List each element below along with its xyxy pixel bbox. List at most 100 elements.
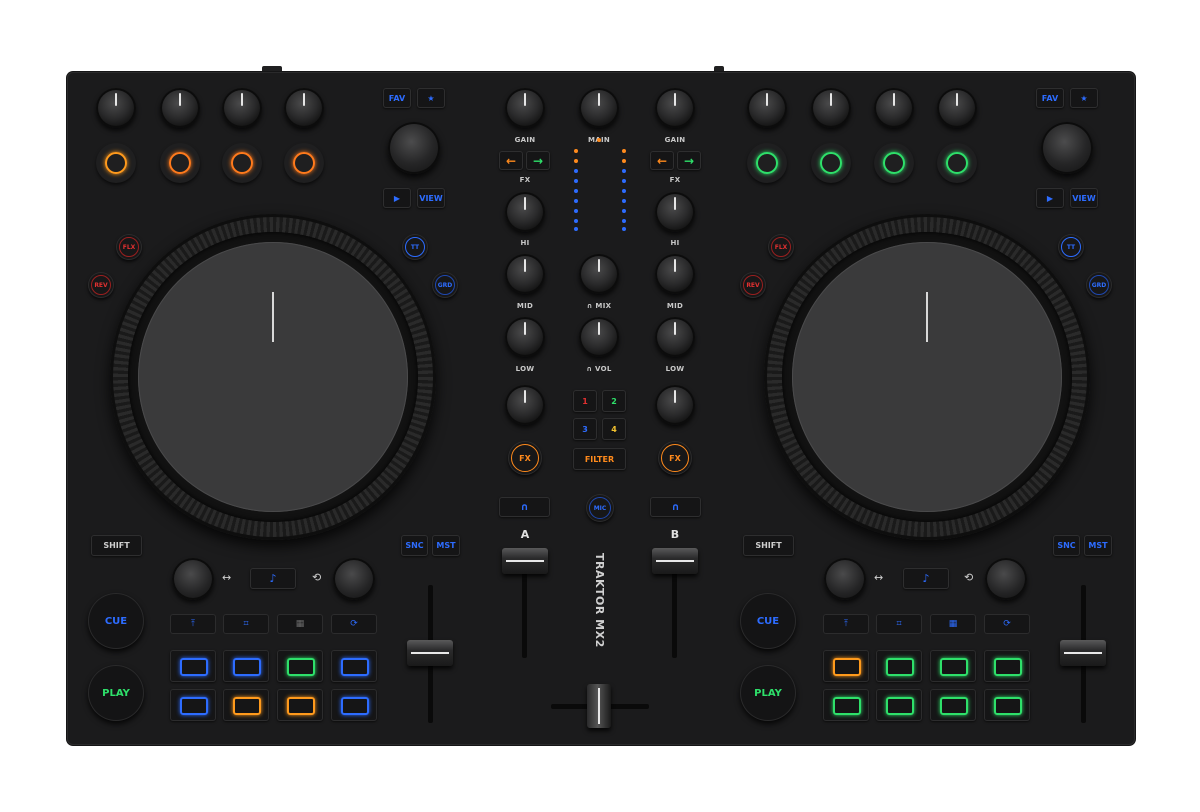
deck-a-pitch-fader[interactable] [407, 640, 453, 666]
low-knob-b[interactable] [655, 385, 695, 425]
deck-a-mode-hotcue[interactable]: ⤒ [170, 614, 216, 634]
deck-a-cue-button[interactable]: CUE [88, 593, 144, 649]
fx-assign-a-left[interactable]: ← [499, 151, 523, 170]
deck-a-fx-button-2[interactable] [160, 143, 200, 183]
headphone-cue-a-button[interactable]: ∩ [499, 497, 550, 517]
deck-b-grd-button[interactable]: GRD [1086, 272, 1112, 298]
deck-b-rev-button[interactable]: REV [740, 272, 766, 298]
deck-a-browse-encoder[interactable] [388, 122, 440, 174]
fx-assign-b-left[interactable]: ← [650, 151, 674, 170]
deck-a-fx-knob-3[interactable] [222, 88, 262, 128]
deck-b-tt-button[interactable]: TT [1058, 234, 1084, 260]
deck-a-mode-loop[interactable]: ⌗ [223, 614, 269, 634]
low-knob-a[interactable] [505, 385, 545, 425]
deck-a-note-button[interactable]: ♪ [250, 568, 296, 589]
deck-b-loop-encoder-right[interactable] [985, 558, 1027, 600]
deck-a-star-button[interactable]: ★ [417, 88, 445, 108]
deck-b-pad-3[interactable] [930, 650, 976, 682]
deck-b-flx-button[interactable]: FLX [768, 234, 794, 260]
fx-unit-4-button[interactable]: 4 [602, 418, 626, 440]
deck-a-loop-encoder-right[interactable] [333, 558, 375, 600]
hi-knob-a[interactable] [505, 254, 545, 294]
deck-a-mode-freeze[interactable]: ▦ [277, 614, 323, 634]
deck-b-fx-knob-4[interactable] [937, 88, 977, 128]
deck-a-pad-7[interactable] [277, 689, 323, 721]
deck-b-pad-5[interactable] [823, 689, 869, 721]
deck-b-fx-button-4[interactable] [937, 143, 977, 183]
headphone-volume-knob[interactable] [579, 317, 619, 357]
fx-unit-2-button[interactable]: 2 [602, 390, 626, 412]
deck-b-loop-encoder-left[interactable] [824, 558, 866, 600]
deck-a-fx-knob-4[interactable] [284, 88, 324, 128]
deck-b-pad-2[interactable] [876, 650, 922, 682]
deck-a-view-button[interactable]: VIEW [417, 188, 445, 208]
deck-b-fx-button-2[interactable] [811, 143, 851, 183]
mid-knob-a[interactable] [505, 317, 545, 357]
mic-button[interactable]: MIC [586, 494, 614, 522]
deck-b-pitch-fader[interactable] [1060, 640, 1106, 666]
fx-knob-a[interactable] [505, 192, 545, 232]
deck-a-pad-6[interactable] [223, 689, 269, 721]
deck-a-rev-button[interactable]: REV [88, 272, 114, 298]
deck-b-note-button[interactable]: ♪ [903, 568, 949, 589]
deck-a-fx-button-1[interactable] [96, 143, 136, 183]
hi-knob-b[interactable] [655, 254, 695, 294]
deck-b-pad-1[interactable] [823, 650, 869, 682]
deck-b-view-button[interactable]: VIEW [1070, 188, 1098, 208]
channel-fader-b[interactable] [652, 548, 698, 574]
deck-b-mode-loop[interactable]: ⌗ [876, 614, 922, 634]
deck-b-play-button[interactable]: PLAY [740, 665, 796, 721]
deck-a-flx-button[interactable]: FLX [116, 234, 142, 260]
filter-button[interactable]: FILTER [573, 448, 626, 470]
deck-a-pad-8[interactable] [331, 689, 377, 721]
headphone-cue-b-button[interactable]: ∩ [650, 497, 701, 517]
fx-unit-1-button[interactable]: 1 [573, 390, 597, 412]
deck-a-loop-encoder-left[interactable] [172, 558, 214, 600]
deck-a-fx-button-4[interactable] [284, 143, 324, 183]
deck-b-fx-knob-1[interactable] [747, 88, 787, 128]
deck-a-mode-remix[interactable]: ⟳ [331, 614, 377, 634]
deck-a-fx-knob-2[interactable] [160, 88, 200, 128]
deck-b-browse-encoder[interactable] [1041, 122, 1093, 174]
gain-knob-b[interactable] [655, 88, 695, 128]
deck-b-mode-freeze[interactable]: ▦ [930, 614, 976, 634]
deck-a-pad-4[interactable] [331, 650, 377, 682]
fx-button-a[interactable]: FX [508, 441, 542, 475]
deck-b-fx-knob-3[interactable] [874, 88, 914, 128]
deck-b-fx-button-3[interactable] [874, 143, 914, 183]
deck-b-pad-8[interactable] [984, 689, 1030, 721]
deck-a-grd-button[interactable]: GRD [432, 272, 458, 298]
deck-b-play-icon-button[interactable]: ▶ [1036, 188, 1064, 208]
deck-a-jog-wheel[interactable] [110, 214, 436, 540]
deck-b-fx-knob-2[interactable] [811, 88, 851, 128]
headphone-mix-knob[interactable] [579, 254, 619, 294]
deck-a-pad-1[interactable] [170, 650, 216, 682]
fx-assign-a-right[interactable]: → [526, 151, 550, 170]
channel-fader-a[interactable] [502, 548, 548, 574]
deck-b-pad-7[interactable] [930, 689, 976, 721]
deck-a-tt-button[interactable]: TT [402, 234, 428, 260]
deck-a-play-button[interactable]: PLAY [88, 665, 144, 721]
deck-b-mode-hotcue[interactable]: ⤒ [823, 614, 869, 634]
deck-b-pad-6[interactable] [876, 689, 922, 721]
deck-b-star-button[interactable]: ★ [1070, 88, 1098, 108]
crossfader[interactable] [587, 684, 611, 728]
deck-a-shift-button[interactable]: SHIFT [91, 535, 142, 556]
fx-unit-3-button[interactable]: 3 [573, 418, 597, 440]
deck-a-pad-5[interactable] [170, 689, 216, 721]
deck-a-pad-3[interactable] [277, 650, 323, 682]
deck-a-play-icon-button[interactable]: ▶ [383, 188, 411, 208]
fx-knob-b[interactable] [655, 192, 695, 232]
deck-b-pad-4[interactable] [984, 650, 1030, 682]
deck-a-sync-button[interactable]: SNC [401, 535, 428, 556]
main-volume-knob[interactable] [579, 88, 619, 128]
deck-b-cue-button[interactable]: CUE [740, 593, 796, 649]
deck-a-pad-2[interactable] [223, 650, 269, 682]
deck-a-fx-button-3[interactable] [222, 143, 262, 183]
deck-b-master-button[interactable]: MST [1084, 535, 1112, 556]
deck-b-fav-button[interactable]: FAV [1036, 88, 1064, 108]
deck-a-master-button[interactable]: MST [432, 535, 460, 556]
fx-button-b[interactable]: FX [658, 441, 692, 475]
deck-b-fx-button-1[interactable] [747, 143, 787, 183]
deck-a-fav-button[interactable]: FAV [383, 88, 411, 108]
